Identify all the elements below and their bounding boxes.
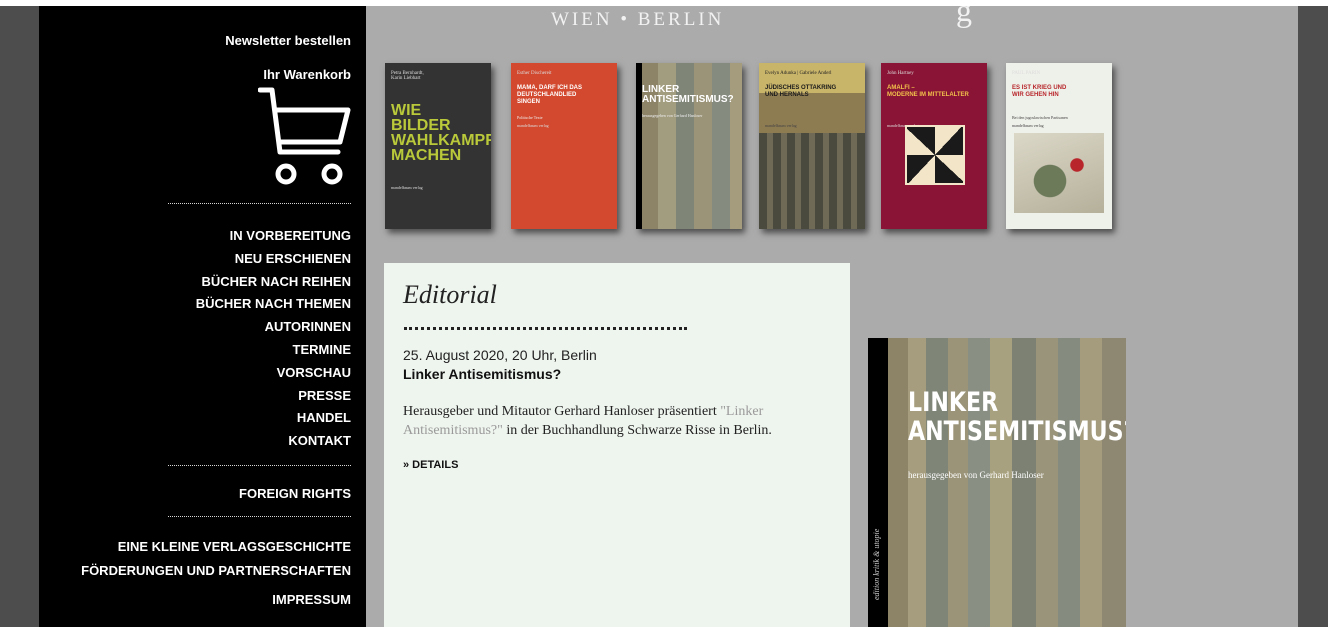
- book-cover[interactable]: Esther Dischereit MAMA, DARF ICH DAS DEUT…: [511, 63, 617, 229]
- featured-book-spine: edition kritik & utopie: [872, 528, 881, 600]
- divider: [168, 465, 351, 466]
- header-tagline: WIEN • BERLIN: [551, 9, 725, 30]
- book-subtitle: Politische Texte: [517, 115, 543, 120]
- book-author: Esther Dischereit: [517, 71, 552, 76]
- book-publisher: mandelbaum verlag: [391, 185, 423, 190]
- book-author: PAUL PARIN: [1012, 71, 1041, 76]
- nav-item-autorinnen[interactable]: AUTORiNNEN: [265, 319, 351, 334]
- nav-item-neu-erschienen[interactable]: NEU ERSCHIENEN: [235, 251, 351, 266]
- nav-foreign-rights[interactable]: FOREIGN RIGHTS: [239, 486, 351, 501]
- divider: [168, 203, 351, 204]
- description-text: Herausgeber und Mitautor Gerhard Hanlose…: [403, 404, 721, 419]
- featured-book-title: LINKER ANTISEMITISMUS?: [908, 387, 1126, 447]
- book-author: Petra Bernhardt, Karin Liebhart: [391, 71, 424, 81]
- featured-book-cover[interactable]: LINKER ANTISEMITISMUS? herausgegeben von…: [868, 338, 1126, 627]
- nav-item-termine[interactable]: TERMINE: [293, 342, 352, 357]
- event-description: Herausgeber und Mitautor Gerhard Hanlose…: [403, 402, 833, 440]
- book-ornament: [905, 125, 965, 185]
- header-logo-fragment: g: [956, 6, 972, 28]
- editorial-divider: [404, 327, 687, 330]
- editorial-title: Editorial: [403, 280, 497, 309]
- book-author: Evelyn Adunka | Gabriele Anderl: [765, 71, 832, 76]
- newsletter-link[interactable]: Newsletter bestellen: [225, 33, 351, 48]
- nav-item-presse[interactable]: PRESSE: [298, 388, 351, 403]
- event-headline[interactable]: Linker Antisemitismus?: [403, 366, 561, 382]
- event-date: 25. August 2020, 20 Uhr, Berlin: [403, 347, 597, 363]
- book-title: MAMA, DARF ICH DAS DEUTSCHLANDLIED SINGE…: [517, 85, 582, 105]
- cart-link[interactable]: Ihr Warenkorb: [263, 67, 351, 82]
- book-cover[interactable]: PAUL PARIN ES IST KRIEG UND WIR GEHEN HIN…: [1006, 63, 1112, 229]
- book-title: WIE BILDER WAHLKAMPF MACHEN: [391, 102, 491, 164]
- nav-impressum[interactable]: IMPRESSUM: [272, 592, 351, 607]
- nav-item-bücher-nach-themen[interactable]: BÜCHER NACH THEMEN: [196, 296, 351, 311]
- featured-book-subtitle: herausgegeben von Gerhard Hanloser: [908, 470, 1044, 480]
- book-subtitle: Bei den jugoslawischen Partisanen: [1012, 115, 1068, 120]
- book-cover[interactable]: LINKER ANTISEMITISMUS? herausgegeben von …: [636, 63, 742, 229]
- nav-item-in-vorbereitung[interactable]: IN VORBEREITUNG: [230, 228, 351, 243]
- book-title: LINKER ANTISEMITISMUS?: [642, 84, 734, 105]
- nav-item-vorschau[interactable]: VORSCHAU: [277, 365, 351, 380]
- book-publisher: mandelbaum verlag: [1012, 123, 1044, 128]
- nav-foerderungen[interactable]: FÖRDERUNGEN UND PARTNERSCHAFTEN: [81, 563, 351, 578]
- details-link[interactable]: » DETAILS: [403, 459, 458, 471]
- book-publisher: mandelbaum verlag: [517, 123, 549, 128]
- divider: [168, 516, 351, 517]
- book-title: JÜDISCHES OTTAKRING UND HERNALS: [765, 85, 837, 98]
- book-illustration: [1014, 133, 1104, 213]
- description-text: in der Buchhandlung Schwarze Risse in Be…: [502, 423, 772, 438]
- nav-item-bücher-nach-reihen[interactable]: BÜCHER NACH REIHEN: [201, 274, 351, 289]
- book-publisher: mandelbaum verlag: [765, 123, 797, 128]
- nav-verlagsgeschichte[interactable]: EINE KLEINE VERLAGSGESCHICHTE: [118, 539, 351, 554]
- shopping-cart-icon[interactable]: [258, 86, 352, 190]
- nav-item-kontakt[interactable]: KONTAKT: [288, 433, 351, 448]
- book-cover[interactable]: John Hartney AMALFI – MODERNE IM MITTELAL…: [881, 63, 987, 229]
- nav-item-handel[interactable]: HANDEL: [297, 410, 351, 425]
- book-subtitle: herausgegeben von Gerhard Hanloser: [642, 113, 703, 118]
- main-content: WIEN • BERLIN g Petra Bernhardt, Karin L…: [366, 6, 1298, 627]
- book-cover[interactable]: Petra Bernhardt, Karin Liebhart WIE BILDE…: [385, 63, 491, 229]
- book-author: John Hartney: [887, 71, 914, 76]
- book-cover[interactable]: Evelyn Adunka | Gabriele Anderl JÜDISCHES…: [759, 63, 865, 229]
- book-title: ES IST KRIEG UND WIR GEHEN HIN: [1012, 85, 1067, 98]
- sidebar: Newsletter bestellen Ihr Warenkorb IN VO…: [39, 6, 366, 627]
- book-illustration: [759, 133, 865, 229]
- editorial-panel: Editorial 25. August 2020, 20 Uhr, Berli…: [384, 263, 850, 627]
- book-title: AMALFI – MODERNE IM MITTELALTER: [887, 85, 969, 98]
